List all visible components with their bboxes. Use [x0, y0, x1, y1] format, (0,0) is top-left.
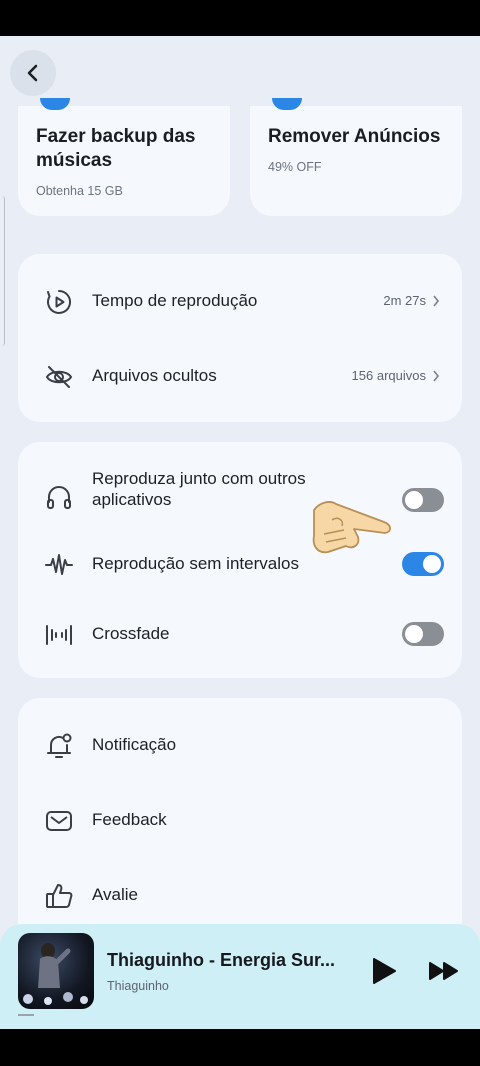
- album-art-image: [23, 943, 88, 1005]
- hidden-files-value: 156 arquivos: [352, 368, 440, 383]
- feedback-label: Feedback: [92, 810, 167, 829]
- info-card: Tempo de reprodução 2m 27s Arquivos ocul…: [18, 254, 462, 422]
- crossfade-toggle[interactable]: [402, 622, 444, 646]
- remove-ads-discount: 49% OFF: [268, 160, 322, 174]
- playback-settings-card: Reproduza junto com outros aplicativos R…: [18, 442, 462, 678]
- playtime-label: Tempo de reprodução: [92, 291, 258, 310]
- back-button[interactable]: [10, 50, 56, 96]
- notification-row[interactable]: Notificação: [18, 723, 462, 767]
- toggle-knob: [423, 555, 441, 573]
- bell-icon: [47, 733, 72, 758]
- backup-promo-title: Fazer backup das músicas: [36, 126, 196, 171]
- track-artist: Thiaguinho: [107, 979, 169, 993]
- toggle-knob: [405, 491, 423, 509]
- thumbs-up-icon: [46, 884, 73, 908]
- waveform-icon: [45, 554, 73, 575]
- crossfade-bars-icon: [46, 625, 72, 645]
- crossfade-label: Crossfade: [92, 624, 170, 643]
- mini-player[interactable]: Thiaguinho - Energia Sur... Thiaguinho: [0, 924, 480, 1029]
- play-icon[interactable]: [370, 956, 398, 986]
- hidden-files-label: Arquivos ocultos: [92, 366, 217, 385]
- crossfade-row[interactable]: Crossfade: [18, 612, 462, 656]
- backup-promo-card[interactable]: Fazer backup das músicas Obtenha 15 GB: [18, 98, 230, 216]
- chevron-right-icon: [433, 370, 440, 381]
- headphones-icon: [47, 486, 71, 509]
- remove-ads-title: Remover Anúncios: [268, 126, 441, 147]
- playtime-value: 2m 27s: [383, 293, 440, 308]
- fast-forward-icon[interactable]: [428, 960, 460, 982]
- pointing-hand-icon: [312, 501, 392, 554]
- remove-ads-promo-card[interactable]: Remover Anúncios 49% OFF: [250, 98, 462, 216]
- crown-icon: [272, 98, 302, 110]
- edge-handle: [0, 196, 5, 346]
- feedback-row[interactable]: Feedback: [18, 798, 462, 842]
- mix-with-apps-label: Reproduza junto com outros aplicativos: [92, 469, 306, 509]
- playtime-row[interactable]: Tempo de reprodução 2m 27s: [18, 279, 462, 323]
- misc-card: Notificação Feedback Avalie: [18, 698, 462, 958]
- toggle-knob: [405, 625, 423, 643]
- rate-label: Avalie: [92, 885, 138, 904]
- hidden-files-row[interactable]: Arquivos ocultos 156 arquivos: [18, 354, 462, 398]
- cloud-icon: [40, 98, 70, 110]
- eye-off-icon: [45, 366, 73, 388]
- chevron-left-icon: [27, 64, 38, 82]
- playtime-value-text: 2m 27s: [383, 293, 426, 308]
- play-timer-icon: [47, 290, 71, 314]
- hidden-files-count: 156 arquivos: [351, 368, 426, 383]
- mix-with-apps-toggle[interactable]: [402, 488, 444, 512]
- chevron-right-icon: [433, 295, 440, 306]
- notification-label: Notificação: [92, 735, 177, 754]
- mail-icon: [46, 811, 72, 831]
- settings-screen: Fazer backup das músicas Obtenha 15 GB R…: [0, 36, 480, 1029]
- backup-promo-subtitle: Obtenha 15 GB: [36, 184, 123, 198]
- album-art: [18, 933, 94, 1009]
- track-title: Thiaguinho - Energia Sur...: [107, 950, 336, 970]
- gapless-label: Reprodução sem intervalos: [92, 554, 299, 573]
- gapless-toggle[interactable]: [402, 552, 444, 576]
- nav-indicator: [18, 1014, 34, 1016]
- rate-row[interactable]: Avalie: [18, 873, 462, 917]
